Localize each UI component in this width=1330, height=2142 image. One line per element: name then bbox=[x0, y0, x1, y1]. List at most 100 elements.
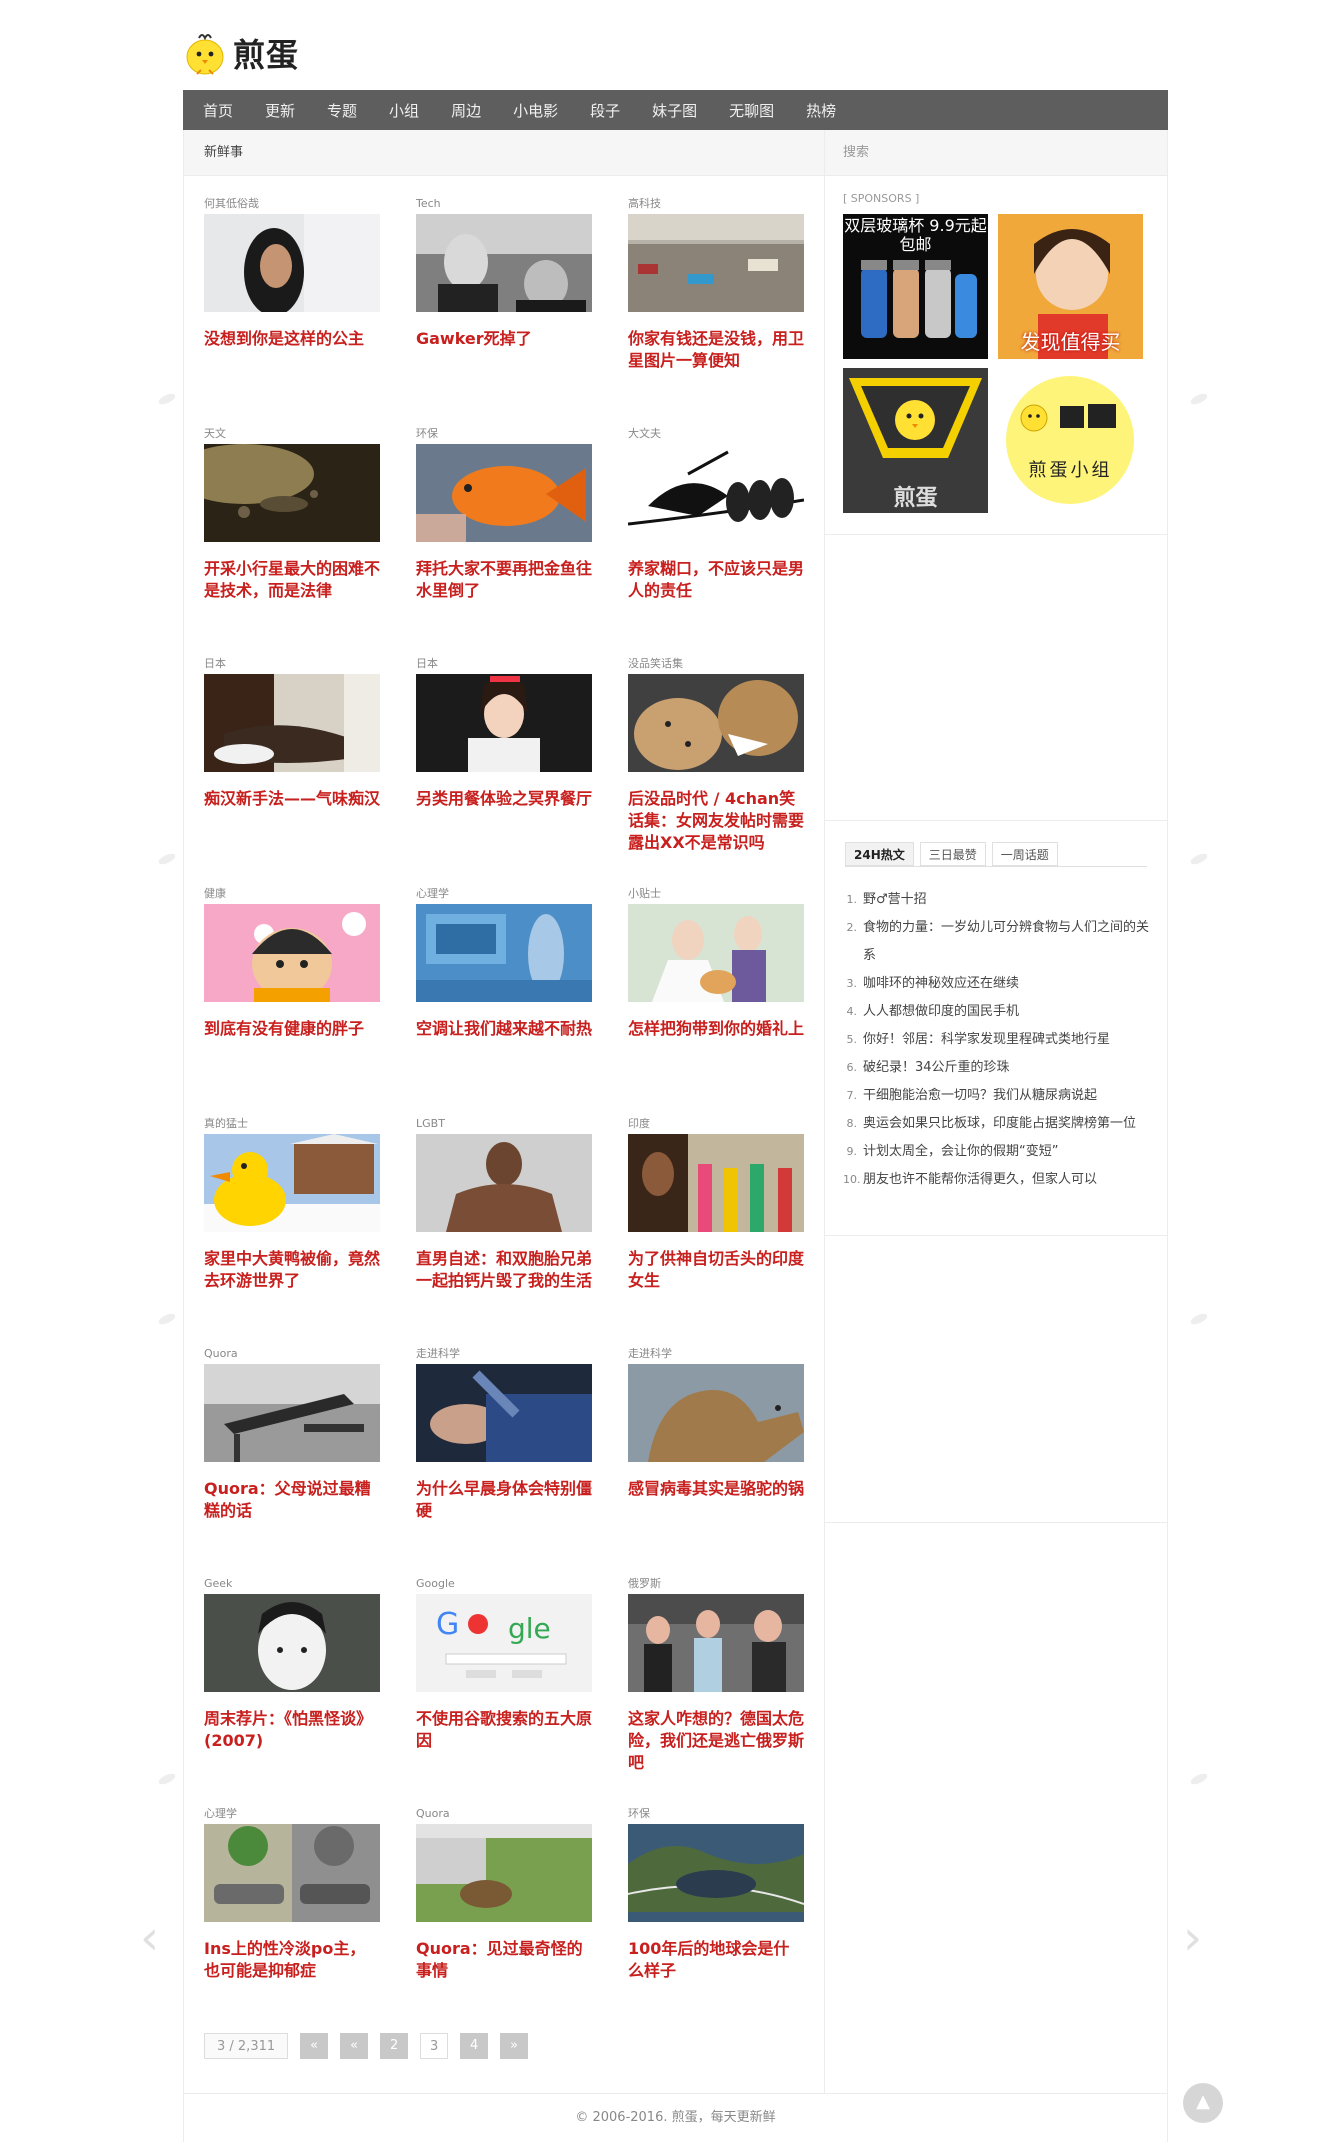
post-category[interactable]: Tech bbox=[416, 196, 592, 212]
post-thumbnail[interactable] bbox=[628, 1824, 804, 1922]
post-title[interactable]: 这家人咋想的？德国太危险，我们还是逃亡俄罗斯吧 bbox=[628, 1708, 804, 1774]
post-category[interactable]: 印度 bbox=[628, 1116, 804, 1132]
post-card[interactable]: 没品笑话集 后没品时代 / 4chan笑话集：女网友发帖时需要露出XX不是常识吗 bbox=[628, 656, 804, 854]
hot-title[interactable]: 人人都想做印度的国民手机 bbox=[863, 998, 1019, 1026]
post-title[interactable]: 另类用餐体验之冥界餐厅 bbox=[416, 788, 592, 810]
post-category[interactable]: 心理学 bbox=[204, 1806, 380, 1822]
post-card[interactable]: 环保 100年后的地球会是什么样子 bbox=[628, 1806, 804, 1982]
hot-title[interactable]: 计划太周全，会让你的假期“变短” bbox=[863, 1138, 1058, 1166]
post-card[interactable]: 印度 为了供神自切舌头的印度女生 bbox=[628, 1116, 804, 1292]
post-category[interactable]: 健康 bbox=[204, 886, 380, 902]
post-title[interactable]: 直男自述：和双胞胎兄弟一起拍钙片毁了我的生活 bbox=[416, 1248, 592, 1292]
hot-list-item[interactable]: 5. 你好！邻居：科学家发现里程碑式类地行星 bbox=[843, 1026, 1153, 1054]
nav-groups[interactable]: 小组 bbox=[389, 100, 419, 121]
hot-list-item[interactable]: 7. 干细胞能治愈一切吗？我们从糖尿病说起 bbox=[843, 1082, 1153, 1110]
hot-list-item[interactable]: 2. 食物的力量：一岁幼儿可分辨食物与人们之间的关系 bbox=[843, 914, 1153, 970]
post-card[interactable]: 日本 痴汉新手法——气味痴汉 bbox=[204, 656, 380, 810]
post-card[interactable]: 天文 开采小行星最大的困难不是技术，而是法律 bbox=[204, 426, 380, 602]
hot-list-item[interactable]: 10. 朋友也许不能帮你活得更久，但家人可以 bbox=[843, 1166, 1153, 1194]
hot-title[interactable]: 干细胞能治愈一切吗？我们从糖尿病说起 bbox=[863, 1082, 1097, 1110]
post-title[interactable]: Quora：父母说过最糟糕的话 bbox=[204, 1478, 380, 1522]
sponsor-ad-bottles[interactable]: 双层玻璃杯 9.9元起包邮 bbox=[843, 214, 988, 359]
post-title[interactable]: 周末荐片：《怕黑怪谈》(2007) bbox=[204, 1708, 380, 1752]
post-thumbnail[interactable] bbox=[204, 1364, 380, 1462]
post-thumbnail[interactable] bbox=[416, 214, 592, 312]
post-thumbnail[interactable] bbox=[416, 674, 592, 772]
post-thumbnail[interactable] bbox=[204, 1134, 380, 1232]
nav-merch[interactable]: 周边 bbox=[451, 100, 481, 121]
post-thumbnail[interactable] bbox=[628, 214, 804, 312]
post-category[interactable]: 何其低俗哉 bbox=[204, 196, 380, 212]
post-title[interactable]: 感冒病毒其实是骆驼的锅 bbox=[628, 1478, 804, 1500]
post-card[interactable]: 走进科学 为什么早晨身体会特别僵硬 bbox=[416, 1346, 592, 1522]
prev-page-button[interactable]: « bbox=[340, 2033, 369, 2059]
post-title[interactable]: 你家有钱还是没钱，用卫星图片一算便知 bbox=[628, 328, 804, 372]
nav-hot[interactable]: 热榜 bbox=[806, 100, 836, 121]
sponsor-ad-shirt[interactable]: 煎蛋 bbox=[843, 368, 988, 513]
post-card[interactable]: 大文夫 养家糊口，不应该只是男人的责任 bbox=[628, 426, 804, 602]
post-title[interactable]: 到底有没有健康的胖子 bbox=[204, 1018, 380, 1040]
post-thumbnail[interactable] bbox=[628, 1134, 804, 1232]
nav-home[interactable]: 首页 bbox=[203, 100, 233, 121]
hot-list-item[interactable]: 3. 咖啡环的神秘效应还在继续 bbox=[843, 970, 1153, 998]
post-thumbnail[interactable] bbox=[416, 444, 592, 542]
post-card[interactable]: Tech Gawker死掉了 bbox=[416, 196, 592, 350]
post-title[interactable]: Quora：见过最奇怪的事情 bbox=[416, 1938, 592, 1982]
post-thumbnail[interactable] bbox=[204, 214, 380, 312]
post-thumbnail[interactable] bbox=[628, 674, 804, 772]
hot-title[interactable]: 你好！邻居：科学家发现里程碑式类地行星 bbox=[863, 1026, 1110, 1054]
post-card[interactable]: LGBT 直男自述：和双胞胎兄弟一起拍钙片毁了我的生活 bbox=[416, 1116, 592, 1292]
hot-title[interactable]: 咖啡环的神秘效应还在继续 bbox=[863, 970, 1019, 998]
post-category[interactable]: Quora bbox=[204, 1346, 380, 1362]
hot-title[interactable]: 破纪录！34公斤重的珍珠 bbox=[863, 1054, 1010, 1082]
post-card[interactable]: 走进科学 感冒病毒其实是骆驼的锅 bbox=[628, 1346, 804, 1500]
nav-jokes[interactable]: 段子 bbox=[590, 100, 620, 121]
prev-arrow-icon[interactable]: ‹ bbox=[140, 1910, 159, 1966]
hot-list-item[interactable]: 6. 破纪录！34公斤重的珍珠 bbox=[843, 1054, 1153, 1082]
post-category[interactable]: 真的猛士 bbox=[204, 1116, 380, 1132]
post-thumbnail[interactable] bbox=[416, 1364, 592, 1462]
post-category[interactable]: Google bbox=[416, 1576, 592, 1592]
post-thumbnail[interactable]: Ggle bbox=[416, 1594, 592, 1692]
post-category[interactable]: 环保 bbox=[628, 1806, 804, 1822]
post-thumbnail[interactable] bbox=[204, 444, 380, 542]
post-thumbnail[interactable] bbox=[204, 904, 380, 1002]
sponsor-ad-smzdm[interactable]: 发现值得买 bbox=[998, 214, 1143, 359]
site-logo[interactable]: 煎蛋 bbox=[183, 30, 1168, 76]
post-thumbnail[interactable] bbox=[628, 444, 804, 542]
post-card[interactable]: 小贴士 怎样把狗带到你的婚礼上 bbox=[628, 886, 804, 1040]
post-thumbnail[interactable] bbox=[416, 1134, 592, 1232]
post-thumbnail[interactable] bbox=[204, 1594, 380, 1692]
post-thumbnail[interactable] bbox=[416, 904, 592, 1002]
post-card[interactable]: 真的猛士 家里中大黄鸭被偷，竟然去环游世界了 bbox=[204, 1116, 380, 1292]
page-4-button[interactable]: 4 bbox=[460, 2033, 489, 2059]
post-card[interactable]: Geek 周末荐片：《怕黑怪谈》(2007) bbox=[204, 1576, 380, 1752]
post-thumbnail[interactable] bbox=[628, 1364, 804, 1462]
first-page-button[interactable]: « bbox=[300, 2033, 329, 2059]
post-card[interactable]: 高科技 你家有钱还是没钱，用卫星图片一算便知 bbox=[628, 196, 804, 372]
post-thumbnail[interactable] bbox=[204, 1824, 380, 1922]
post-thumbnail[interactable] bbox=[628, 1594, 804, 1692]
next-page-button[interactable]: » bbox=[500, 2033, 529, 2059]
post-category[interactable]: Geek bbox=[204, 1576, 380, 1592]
post-category[interactable]: Quora bbox=[416, 1806, 592, 1822]
post-category[interactable]: 没品笑话集 bbox=[628, 656, 804, 672]
post-title[interactable]: 为什么早晨身体会特别僵硬 bbox=[416, 1478, 592, 1522]
tab-24h[interactable]: 24H热文 bbox=[845, 842, 914, 866]
hot-list-item[interactable]: 8. 奥运会如果只比板球，印度能占据奖牌榜第一位 bbox=[843, 1110, 1153, 1138]
next-arrow-icon[interactable]: › bbox=[1183, 1910, 1202, 1966]
post-title[interactable]: 养家糊口，不应该只是男人的责任 bbox=[628, 558, 804, 602]
hot-list-item[interactable]: 9. 计划太周全，会让你的假期“变短” bbox=[843, 1138, 1153, 1166]
hot-title[interactable]: 朋友也许不能帮你活得更久，但家人可以 bbox=[863, 1166, 1097, 1194]
post-title[interactable]: 拜托大家不要再把金鱼往水里倒了 bbox=[416, 558, 592, 602]
tab-3days[interactable]: 三日最赞 bbox=[919, 842, 986, 866]
nav-updates[interactable]: 更新 bbox=[265, 100, 295, 121]
post-category[interactable]: 心理学 bbox=[416, 886, 592, 902]
tab-week[interactable]: 一周话题 bbox=[991, 842, 1058, 866]
back-to-top-icon[interactable]: ▲ bbox=[1183, 2083, 1223, 2123]
hot-list-item[interactable]: 1. 野♂营十招 bbox=[843, 886, 1153, 914]
post-card[interactable]: 健康到底有没有健康的胖子 bbox=[204, 886, 380, 1040]
post-card[interactable]: Quora Quora：父母说过最糟糕的话 bbox=[204, 1346, 380, 1522]
hot-list-item[interactable]: 4. 人人都想做印度的国民手机 bbox=[843, 998, 1153, 1026]
page-2-button[interactable]: 2 bbox=[380, 2033, 409, 2059]
